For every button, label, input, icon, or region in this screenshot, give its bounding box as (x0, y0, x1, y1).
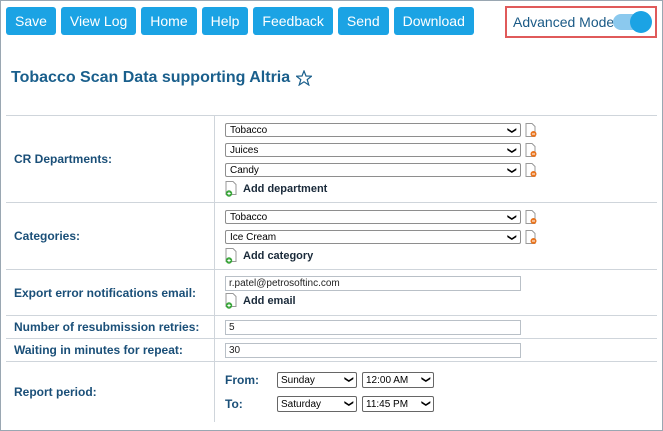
categories-row: Categories: Tobacco ❯ Ice Cream ❯ Add cate… (6, 202, 657, 270)
to-label: To: (225, 397, 243, 411)
add-email-button[interactable]: Add email (225, 292, 657, 310)
category-select-1[interactable]: Tobacco ❯ (225, 210, 521, 224)
advanced-mode-label: Advanced Mode (513, 14, 615, 30)
waiting-row: Waiting in minutes for repeat: 30 (6, 338, 657, 362)
send-button[interactable]: Send (337, 7, 389, 35)
remove-department-icon[interactable] (525, 143, 537, 157)
resubmission-row: Number of resubmission retries: 5 (6, 315, 657, 339)
remove-department-icon[interactable] (525, 163, 537, 177)
waiting-minutes-input[interactable]: 30 (225, 342, 521, 358)
add-category-label: Add category (243, 250, 314, 262)
download-button[interactable]: Download (393, 7, 474, 35)
report-period-label: Report period: (6, 361, 215, 422)
to-time-select[interactable]: 11:45 PM ❯ (362, 396, 434, 412)
from-day-select[interactable]: Sunday ❯ (277, 372, 357, 388)
save-button[interactable]: Save (6, 7, 56, 35)
export-email-row: Export error notifications email: r.pate… (6, 269, 657, 316)
from-time-select[interactable]: 12:00 AM ❯ (362, 372, 434, 388)
add-file-icon (225, 181, 237, 197)
add-department-label: Add department (243, 183, 328, 195)
advanced-mode-box: Advanced Mode (505, 6, 657, 38)
page-title: Tobacco Scan Data supporting Altria (11, 69, 313, 87)
favorite-star-icon[interactable] (296, 70, 313, 86)
remove-department-icon[interactable] (525, 123, 537, 137)
remove-category-icon[interactable] (525, 230, 537, 244)
add-file-icon (225, 248, 237, 264)
add-email-label: Add email (243, 295, 296, 307)
resubmission-retries-input[interactable]: 5 (225, 319, 521, 335)
add-file-icon (225, 293, 237, 309)
categories-label: Categories: (6, 202, 215, 270)
report-period-row: Report period: From: Sunday ❯ 12:00 AM ❯ T… (6, 361, 657, 422)
resubmission-label: Number of resubmission retries: (6, 315, 215, 339)
cr-departments-label: CR Departments: (6, 115, 215, 203)
cr-department-select-3[interactable]: Candy ❯ (225, 163, 521, 177)
cr-department-select-1[interactable]: Tobacco ❯ (225, 123, 521, 137)
to-day-select[interactable]: Saturday ❯ (277, 396, 357, 412)
remove-category-icon[interactable] (525, 210, 537, 224)
settings-form: CR Departments: Tobacco ❯ Juices ❯ Candy ❯ … (6, 115, 657, 422)
advanced-mode-toggle[interactable] (613, 11, 652, 33)
waiting-label: Waiting in minutes for repeat: (6, 338, 215, 362)
cr-departments-row: CR Departments: Tobacco ❯ Juices ❯ Candy ❯ … (6, 115, 657, 203)
export-email-input[interactable]: r.patel@petrosoftinc.com (225, 275, 521, 291)
from-label: From: (225, 373, 259, 387)
home-button[interactable]: Home (141, 7, 197, 35)
export-email-label: Export error notifications email: (6, 269, 215, 316)
toggle-knob (630, 11, 652, 33)
category-select-2[interactable]: Ice Cream ❯ (225, 230, 521, 244)
add-department-button[interactable]: Add department (225, 180, 657, 198)
cr-department-select-2[interactable]: Juices ❯ (225, 143, 521, 157)
feedback-button[interactable]: Feedback (253, 7, 333, 35)
help-button[interactable]: Help (201, 7, 249, 35)
add-category-button[interactable]: Add category (225, 247, 657, 265)
page-title-text: Tobacco Scan Data supporting Altria (11, 69, 291, 86)
toolbar: Save View Log Home Help Feedback Send Do… (6, 7, 474, 35)
view-log-button[interactable]: View Log (60, 7, 137, 35)
